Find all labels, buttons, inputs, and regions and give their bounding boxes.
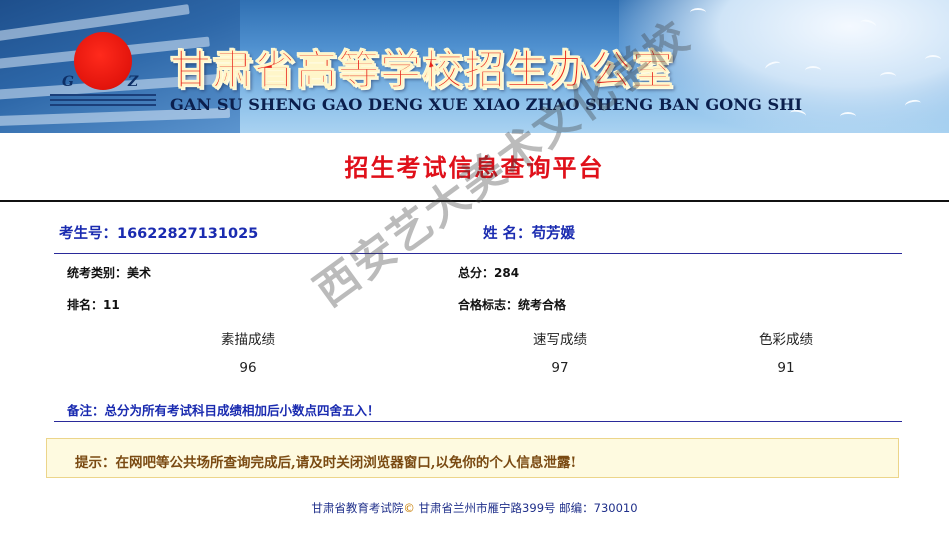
score-value-quick-sketch: 97 xyxy=(551,360,569,376)
gz-logo: G Z xyxy=(44,30,162,114)
seagull-icon xyxy=(690,8,706,17)
privacy-tip-text: 提示：在网吧等公共场所查询完成后,请及时关闭浏览器窗口,以免你的个人信息泄露! xyxy=(75,455,577,471)
student-id-value: 16622827131025 xyxy=(117,226,259,242)
qualified-status: 合格标志：统考合格 xyxy=(458,298,567,312)
logo-line xyxy=(50,99,156,101)
logo-letter-z: Z xyxy=(128,74,139,90)
seagull-icon xyxy=(840,112,856,121)
seagull-icon xyxy=(880,72,896,81)
footer-address: 甘肃省兰州市雁宁路399号 邮编：730010 xyxy=(414,501,638,515)
footer: 甘肃省教育考试院© 甘肃省兰州市雁宁路399号 邮编：730010 xyxy=(0,500,949,516)
banner-subtitle: GAN SU SHENG GAO DENG XUE XIAO ZHAO SHEN… xyxy=(170,95,803,114)
score-value-sketch: 96 xyxy=(239,360,257,376)
score-header-sketch: 素描成绩 xyxy=(221,332,275,348)
score-note: 备注：总分为所有考试科目成绩相加后小数点四舍五入！ xyxy=(67,403,380,418)
privacy-tip-box: 提示：在网吧等公共场所查询完成后,请及时关闭浏览器窗口,以免你的个人信息泄露! xyxy=(46,438,899,478)
copyright-icon: © xyxy=(403,501,415,515)
student-id: 考生号：16622827131025 xyxy=(59,222,258,243)
logo-line xyxy=(50,94,156,96)
site-banner: G Z 甘肃省高等学校招生办公室 GAN SU SHENG GAO DENG X… xyxy=(0,0,949,133)
seagull-icon xyxy=(925,55,941,64)
exam-category: 统考类别：美术 xyxy=(67,266,152,280)
total-score: 总分：284 xyxy=(458,266,520,280)
note-divider xyxy=(54,421,902,422)
info-divider xyxy=(54,253,902,254)
student-name-label: 姓 名： xyxy=(483,226,532,242)
red-sun-icon xyxy=(74,32,132,90)
score-value-color: 91 xyxy=(777,360,795,376)
footer-org-link[interactable]: 甘肃省教育考试院 xyxy=(311,501,403,515)
score-header-quick-sketch: 速写成绩 xyxy=(533,332,587,348)
student-name: 姓 名：苟芳媛 xyxy=(483,222,575,243)
seagull-icon xyxy=(805,66,821,75)
student-id-label: 考生号： xyxy=(59,226,117,242)
logo-letter-g: G xyxy=(62,74,74,90)
rank: 排名：11 xyxy=(67,298,120,312)
student-name-value: 苟芳媛 xyxy=(531,226,576,242)
score-header-color: 色彩成绩 xyxy=(759,332,813,348)
logo-line xyxy=(50,104,156,106)
